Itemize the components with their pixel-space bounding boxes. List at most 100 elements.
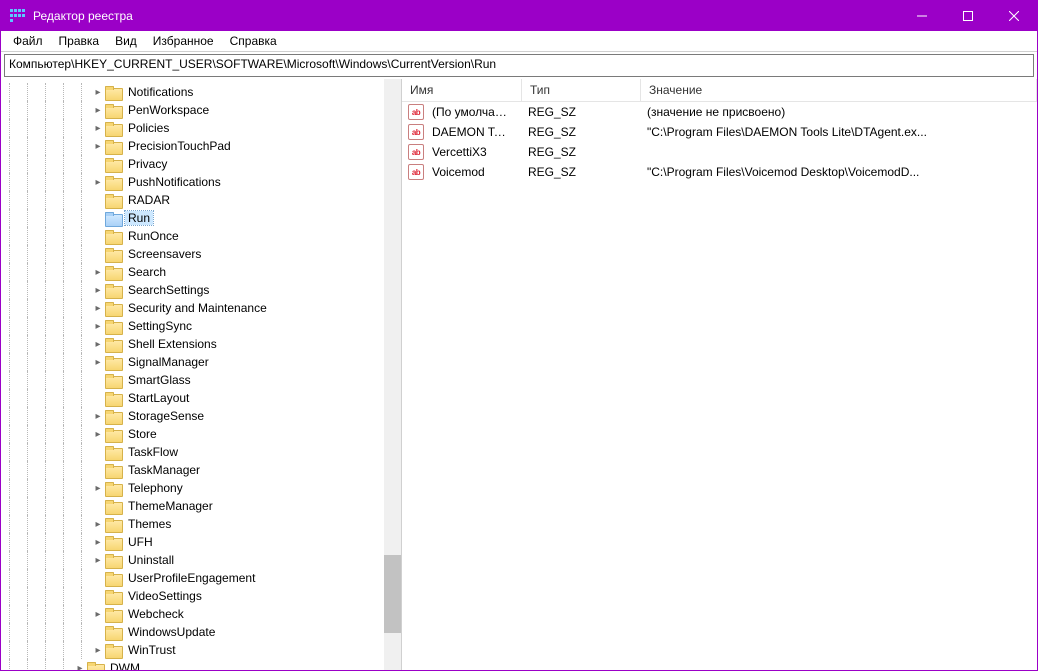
tree-item[interactable]: ▸SearchSettings	[1, 281, 401, 299]
expander-icon[interactable]: ▸	[91, 483, 105, 494]
scrollbar-thumb[interactable]	[384, 555, 401, 633]
tree-item[interactable]: ▸ Search	[1, 263, 401, 281]
tree-item[interactable]: ▸Shell Extensions	[1, 335, 401, 353]
tree-item[interactable]: ▸Notifications	[1, 83, 401, 101]
tree-item[interactable]: Privacy	[1, 155, 401, 173]
menu-favorites[interactable]: Избранное	[145, 32, 222, 50]
tree-item[interactable]: ▸Themes	[1, 515, 401, 533]
tree-item[interactable]: ▸Webcheck	[1, 605, 401, 623]
tree-item[interactable]: UserProfileEngagement	[1, 569, 401, 587]
tree-item-label: TaskManager	[125, 463, 203, 477]
tree-item[interactable]: SmartGlass	[1, 371, 401, 389]
tree-item[interactable]: ▸PenWorkspace	[1, 101, 401, 119]
tree-item[interactable]: ▸Telephony	[1, 479, 401, 497]
tree-item-label: PrecisionTouchPad	[125, 139, 234, 153]
list-row[interactable]: abVercettiX3REG_SZcmd / start https://ww…	[402, 142, 1037, 162]
list-row[interactable]: ab(По умолчанию)REG_SZ(значение не присв…	[402, 102, 1037, 122]
tree-item[interactable]: ▸StorageSense	[1, 407, 401, 425]
expander-icon[interactable]: ▸	[73, 663, 87, 671]
tree-item[interactable]: ThemeManager	[1, 497, 401, 515]
list-pane[interactable]: Имя Тип Значение ab(По умолчанию)REG_SZ(…	[402, 79, 1037, 670]
tree-item[interactable]: ▸ PrecisionTouchPad	[1, 137, 401, 155]
close-button[interactable]	[991, 1, 1037, 31]
tree-item[interactable]: WindowsUpdate	[1, 623, 401, 641]
tree-item-label: ThemeManager	[125, 499, 216, 513]
minimize-button[interactable]	[899, 1, 945, 31]
column-value[interactable]: Значение	[641, 79, 1037, 101]
expander-icon[interactable]: ▸	[91, 267, 105, 278]
tree-item[interactable]: ▸Store	[1, 425, 401, 443]
expander-icon[interactable]: ▸	[91, 411, 105, 422]
expander-icon[interactable]: ▸	[91, 555, 105, 566]
tree-item[interactable]: Screensavers	[1, 245, 401, 263]
tree-item[interactable]: ▸SettingSync	[1, 317, 401, 335]
tree-item-label: Search	[125, 265, 169, 279]
tree-item-label: UserProfileEngagement	[125, 571, 258, 585]
tree-item-label: WindowsUpdate	[125, 625, 218, 639]
expander-icon[interactable]: ▸	[91, 177, 105, 188]
tree-scrollbar[interactable]	[384, 79, 401, 670]
tree-item[interactable]: Run	[1, 209, 401, 227]
tree-item[interactable]: TaskFlow	[1, 443, 401, 461]
expander-icon[interactable]: ▸	[91, 123, 105, 134]
list-header: Имя Тип Значение	[402, 79, 1037, 102]
folder-icon	[105, 590, 121, 603]
tree-item[interactable]: ▸DWM	[1, 659, 401, 670]
address-bar[interactable]: Компьютер\HKEY_CURRENT_USER\SOFTWARE\Mic…	[4, 54, 1034, 77]
tree-item-label: RunOnce	[125, 229, 182, 243]
folder-icon	[105, 230, 121, 243]
folder-icon	[87, 662, 103, 671]
tree-pane[interactable]: ▸Notifications▸PenWorkspace▸Policies▸Pre…	[1, 79, 402, 670]
expander-icon[interactable]: ▸	[91, 339, 105, 350]
folder-icon	[105, 518, 121, 531]
tree-item-label: WinTrust	[125, 643, 179, 657]
menu-file[interactable]: Файл	[5, 32, 51, 50]
expander-icon[interactable]: ▸	[91, 429, 105, 440]
folder-icon	[105, 482, 121, 495]
type-cell: REG_SZ	[520, 145, 639, 159]
tree-item-label: TaskFlow	[125, 445, 181, 459]
expander-icon[interactable]: ▸	[91, 87, 105, 98]
tree-item-label: VideoSettings	[125, 589, 205, 603]
titlebar[interactable]: Редактор реестра	[1, 1, 1037, 31]
tree-item[interactable]: ▸Uninstall	[1, 551, 401, 569]
expander-icon[interactable]: ▸	[91, 303, 105, 314]
expander-icon[interactable]: ▸	[91, 357, 105, 368]
name-cell: Voicemod	[424, 165, 520, 179]
tree-item[interactable]: StartLayout	[1, 389, 401, 407]
tree-item[interactable]: ▸ WinTrust	[1, 641, 401, 659]
tree-item-label: RADAR	[125, 193, 173, 207]
expander-icon[interactable]: ▸	[91, 645, 105, 656]
menu-edit[interactable]: Правка	[51, 32, 108, 50]
folder-icon	[105, 320, 121, 333]
expander-icon[interactable]: ▸	[91, 609, 105, 620]
app-icon	[9, 8, 25, 24]
menu-view[interactable]: Вид	[107, 32, 145, 50]
list-row[interactable]: abDAEMON Tools ...REG_SZ"C:\Program File…	[402, 122, 1037, 142]
type-cell: REG_SZ	[520, 125, 639, 139]
tree-item[interactable]: ▸SignalManager	[1, 353, 401, 371]
expander-icon[interactable]: ▸	[91, 519, 105, 530]
expander-icon[interactable]: ▸	[91, 105, 105, 116]
expander-icon[interactable]: ▸	[91, 141, 105, 152]
tree-item[interactable]: RADAR	[1, 191, 401, 209]
tree-item[interactable]: TaskManager	[1, 461, 401, 479]
tree-item[interactable]: ▸Policies	[1, 119, 401, 137]
maximize-button[interactable]	[945, 1, 991, 31]
expander-icon[interactable]: ▸	[91, 537, 105, 548]
tree-item[interactable]: ▸Security and Maintenance	[1, 299, 401, 317]
folder-icon	[105, 446, 121, 459]
folder-icon	[105, 176, 121, 189]
column-name[interactable]: Имя	[402, 79, 522, 101]
tree-item[interactable]: ▸UFH	[1, 533, 401, 551]
column-type[interactable]: Тип	[522, 79, 641, 101]
tree-item[interactable]: VideoSettings	[1, 587, 401, 605]
folder-icon	[105, 86, 121, 99]
expander-icon[interactable]: ▸	[91, 321, 105, 332]
menu-help[interactable]: Справка	[222, 32, 285, 50]
tree-item[interactable]: ▸PushNotifications	[1, 173, 401, 191]
list-row[interactable]: abVoicemodREG_SZ"C:\Program Files\Voicem…	[402, 162, 1037, 182]
expander-icon[interactable]: ▸	[91, 285, 105, 296]
tree-item[interactable]: RunOnce	[1, 227, 401, 245]
value-cell: (значение не присвоено)	[639, 105, 1037, 119]
